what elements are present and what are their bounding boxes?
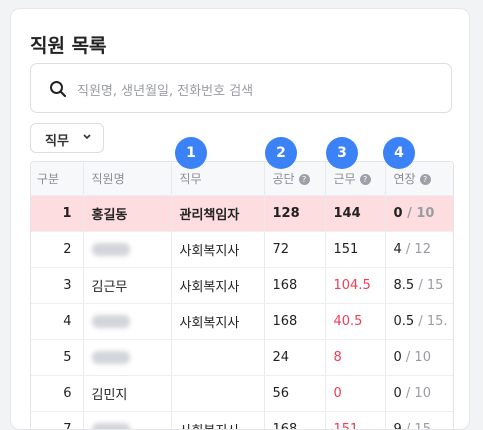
col-header-ext-label: 연장: [394, 172, 416, 186]
employee-table: 구분 직원명 직무 공단? 근무? 연장? 1홍길동관리책임자1281440 /…: [30, 161, 454, 430]
extension-hours: 0 / 10: [385, 376, 454, 412]
row-number: 6: [31, 376, 83, 412]
table-row[interactable]: 7사회복지사1681519 / 15: [31, 412, 454, 430]
blurred-name: [92, 351, 130, 364]
employee-name[interactable]: [83, 232, 171, 268]
extension-total: / 12: [406, 242, 431, 257]
question-icon[interactable]: ?: [420, 174, 431, 185]
employee-name[interactable]: [83, 304, 171, 340]
search-input[interactable]: 직원명, 생년월일, 전화번호 검색: [30, 63, 452, 113]
extension-used: 0: [394, 350, 402, 365]
work-hours: 151: [325, 412, 385, 430]
gongdan-hours: 24: [264, 340, 325, 376]
blurred-name: [92, 243, 130, 256]
extension-hours: 0 / 10: [385, 196, 454, 232]
gongdan-hours: 72: [264, 232, 325, 268]
extension-total: / 15: [418, 278, 443, 293]
gongdan-hours: 56: [264, 376, 325, 412]
extension-hours: 8.5 / 15: [385, 268, 454, 304]
employee-name[interactable]: 홍길동: [83, 196, 171, 232]
question-icon[interactable]: ?: [360, 174, 371, 185]
extension-used: 0: [394, 386, 402, 401]
employee-name[interactable]: 김민지: [83, 376, 171, 412]
extension-hours: 0 / 10: [385, 340, 454, 376]
extension-used: 0: [394, 206, 403, 221]
work-hours: 144: [325, 196, 385, 232]
employee-job: 사회복지사: [171, 304, 264, 340]
table-row[interactable]: 2사회복지사721514 / 12: [31, 232, 454, 268]
extension-used: 9: [394, 422, 402, 430]
employee-job: 관리책임자: [171, 196, 264, 232]
table-row[interactable]: 6김민지5600 / 10: [31, 376, 454, 412]
employee-job: 사회복지사: [171, 412, 264, 430]
col-header-no[interactable]: 구분: [31, 162, 83, 196]
step-marker-1: 1: [175, 137, 207, 169]
blurred-name: [92, 423, 130, 430]
row-number: 5: [31, 340, 83, 376]
gongdan-hours: 168: [264, 268, 325, 304]
table-row[interactable]: 1홍길동관리책임자1281440 / 10: [31, 196, 454, 232]
employee-name[interactable]: 김근무: [83, 268, 171, 304]
step-marker-4: 4: [383, 137, 415, 169]
chevron-down-icon: [82, 133, 92, 141]
table-row[interactable]: 4사회복지사16840.50.5 / 15.: [31, 304, 454, 340]
table-row[interactable]: 5 2480 / 10: [31, 340, 454, 376]
work-hours: 0: [325, 376, 385, 412]
row-number: 7: [31, 412, 83, 430]
extension-hours: 4 / 12: [385, 232, 454, 268]
row-number: 2: [31, 232, 83, 268]
gongdan-hours: 168: [264, 412, 325, 430]
gongdan-hours: 168: [264, 304, 325, 340]
employee-name[interactable]: [83, 412, 171, 430]
work-hours: 8: [325, 340, 385, 376]
blurred-name: [92, 315, 130, 328]
extension-total: / 15.: [418, 314, 447, 329]
row-number: 1: [31, 196, 83, 232]
work-hours: 151: [325, 232, 385, 268]
extension-used: 0.5: [394, 314, 415, 329]
extension-total: / 10: [406, 386, 431, 401]
step-marker-2: 2: [265, 137, 297, 169]
page-title: 직원 목록: [30, 31, 107, 58]
work-hours: 104.5: [325, 268, 385, 304]
col-header-gongdan-label: 공단: [273, 172, 295, 186]
extension-hours: 0.5 / 15.: [385, 304, 454, 340]
step-marker-3: 3: [326, 137, 358, 169]
extension-total: / 10: [407, 206, 434, 221]
row-number: 3: [31, 268, 83, 304]
employee-job: 사회복지사: [171, 268, 264, 304]
extension-hours: 9 / 15: [385, 412, 454, 430]
question-icon[interactable]: ?: [299, 174, 310, 185]
employee-job: [171, 340, 264, 376]
col-header-work-label: 근무: [334, 172, 356, 186]
employee-list-card: 직원 목록 직원명, 생년월일, 전화번호 검색 직무 구분 직원명 직무 공단: [10, 8, 470, 430]
extension-total: / 10: [406, 350, 431, 365]
job-filter-label: 직무: [45, 134, 69, 149]
extension-total: / 15: [406, 422, 431, 430]
col-header-name[interactable]: 직원명: [83, 162, 171, 196]
extension-used: 4: [394, 242, 402, 257]
search-placeholder: 직원명, 생년월일, 전화번호 검색: [77, 80, 253, 99]
row-number: 4: [31, 304, 83, 340]
search-icon: [49, 80, 67, 98]
extension-used: 8.5: [394, 278, 415, 293]
employee-job: [171, 376, 264, 412]
work-hours: 40.5: [325, 304, 385, 340]
employee-job: 사회복지사: [171, 232, 264, 268]
gongdan-hours: 128: [264, 196, 325, 232]
table-row[interactable]: 3김근무사회복지사168104.58.5 / 15: [31, 268, 454, 304]
employee-name[interactable]: [83, 340, 171, 376]
job-filter-dropdown[interactable]: 직무: [30, 123, 104, 153]
